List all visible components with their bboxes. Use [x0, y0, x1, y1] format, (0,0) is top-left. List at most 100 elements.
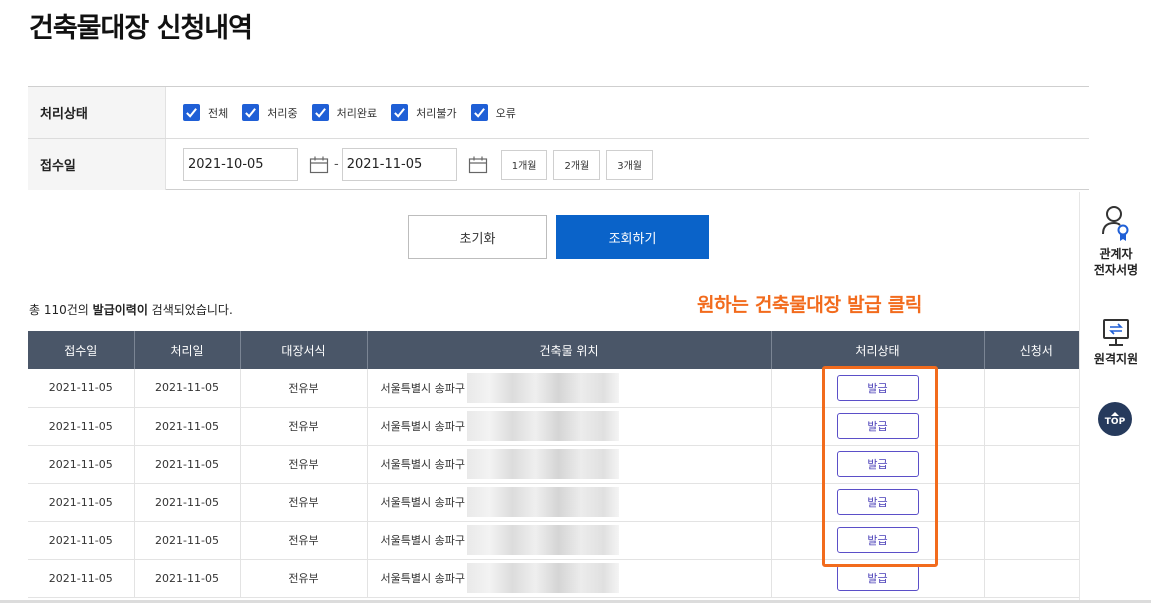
date-filter-label: 접수일 — [28, 139, 166, 190]
checkbox-checked-icon[interactable] — [470, 104, 488, 121]
location-text: 서울특별시 송파구 — [380, 572, 465, 585]
checkbox-error[interactable]: 오류 — [470, 104, 516, 121]
checkbox-checked-icon[interactable] — [183, 104, 200, 121]
remote-support-label: 원격지원 — [1093, 352, 1139, 366]
location-text: 서울특별시 송파구 — [380, 534, 465, 547]
received-date-cell: 2021-11-05 — [28, 559, 135, 598]
issue-button[interactable]: 발급 — [836, 565, 919, 591]
table-header-row: 접수일 처리일 대장서식 건축물 위치 처리상태 신청서 — [28, 331, 1088, 369]
header-processed-date: 처리일 — [134, 331, 241, 369]
processed-date-cell: 2021-11-05 — [134, 407, 241, 446]
checkbox-label: 처리불가 — [416, 106, 457, 120]
quick-menu-panel: 관계자 전자서명 원격지원 — [1079, 192, 1151, 603]
redacted-address — [466, 525, 619, 555]
signature-label-line1: 관계자 — [1099, 247, 1133, 261]
calendar-icon[interactable] — [308, 155, 330, 175]
location-cell: 서울특별시 송파구 — [367, 445, 772, 484]
end-date-input[interactable]: 2021-11-05 — [341, 148, 457, 181]
processed-date-cell: 2021-11-05 — [134, 559, 241, 598]
checkbox-label: 전체 — [208, 106, 229, 120]
processed-date-cell: 2021-11-05 — [134, 445, 241, 484]
location-text: 서울특별시 송파구 — [380, 420, 465, 433]
status-filter-row: 처리상태 전체 처리중 처리완료 처리불가 오류 — [28, 87, 1089, 139]
location-text: 서울특별시 송파구 — [380, 458, 465, 471]
calendar-icon[interactable] — [467, 155, 489, 175]
checkbox-in-progress[interactable]: 처리중 — [242, 104, 298, 121]
header-form: 대장서식 — [240, 331, 368, 369]
arrow-up-icon — [1111, 411, 1119, 416]
annotation-text: 원하는 건축물대장 발급 클릭 — [697, 294, 923, 316]
top-label: TOP — [1104, 416, 1126, 427]
checkbox-checked-icon[interactable] — [311, 104, 329, 121]
redacted-address — [466, 372, 619, 403]
form-cell: 전유부 — [240, 483, 368, 522]
processed-date-cell: 2021-11-05 — [134, 521, 241, 560]
location-cell: 서울특별시 송파구 — [367, 369, 772, 408]
location-cell: 서울특별시 송파구 — [367, 521, 772, 560]
checkbox-checked-icon[interactable] — [242, 104, 260, 121]
annotation-highlight-box — [822, 366, 938, 567]
status-filter-label: 처리상태 — [28, 87, 166, 138]
scroll-top-button[interactable]: TOP — [1098, 402, 1132, 436]
monitor-icon — [1103, 319, 1129, 346]
application-cell — [984, 407, 1088, 446]
checkbox-label: 처리완료 — [336, 106, 378, 120]
date-filter-row: 접수일 2021-10-05 - 2021-11-05 1개월 2개월 3개월 — [28, 139, 1089, 190]
signature-label-line2: 전자서명 — [1093, 263, 1139, 277]
application-cell — [984, 521, 1088, 560]
location-text: 서울특별시 송파구 — [380, 381, 465, 395]
received-date-cell: 2021-11-05 — [28, 445, 135, 484]
form-cell: 전유부 — [240, 521, 368, 560]
redacted-address — [466, 411, 619, 441]
redacted-address — [466, 449, 619, 479]
signature-menu-item[interactable]: 관계자 전자서명 — [1080, 204, 1151, 278]
reset-button[interactable]: 초기화 — [408, 215, 547, 259]
date-separator: - — [334, 157, 339, 172]
checkbox-all[interactable]: 전체 — [183, 104, 228, 121]
form-cell: 전유부 — [240, 407, 368, 446]
processed-date-cell: 2021-11-05 — [134, 483, 241, 522]
search-filter-box: 처리상태 전체 처리중 처리완료 처리불가 오류 접수일 2021-10-05 … — [28, 86, 1089, 190]
status-checkboxes: 전체 처리중 처리완료 처리불가 오류 — [166, 87, 530, 138]
location-cell: 서울특별시 송파구 — [367, 407, 772, 446]
result-summary-bold: 발급이력이 — [92, 303, 148, 317]
application-cell — [984, 559, 1088, 598]
application-cell — [984, 445, 1088, 484]
form-cell: 전유부 — [240, 369, 368, 408]
period-2month-button[interactable]: 2개월 — [553, 149, 601, 180]
form-cell: 전유부 — [240, 559, 368, 598]
header-status: 처리상태 — [771, 331, 985, 369]
processed-date-cell: 2021-11-05 — [134, 369, 241, 408]
header-location: 건축물 위치 — [367, 331, 772, 369]
search-button[interactable]: 조회하기 — [556, 215, 709, 259]
header-received-date: 접수일 — [28, 331, 135, 369]
remote-support-menu-item[interactable]: 원격지원 — [1080, 317, 1151, 367]
form-cell: 전유부 — [240, 445, 368, 484]
result-summary-prefix: 총 110건의 — [29, 303, 93, 317]
received-date-cell: 2021-11-05 — [28, 369, 135, 408]
checkbox-label: 오류 — [495, 106, 516, 120]
redacted-address — [466, 487, 619, 517]
location-cell: 서울특별시 송파구 — [367, 483, 772, 522]
redacted-address — [466, 563, 619, 593]
received-date-cell: 2021-11-05 — [28, 407, 135, 446]
result-summary-suffix: 검색되었습니다. — [147, 303, 233, 317]
location-text: 서울특별시 송파구 — [380, 496, 465, 509]
received-date-cell: 2021-11-05 — [28, 483, 135, 522]
application-cell — [984, 483, 1088, 522]
checkbox-label: 처리중 — [267, 106, 298, 120]
checkbox-completed[interactable]: 처리완료 — [311, 104, 378, 121]
period-1month-button[interactable]: 1개월 — [500, 149, 548, 180]
received-date-cell: 2021-11-05 — [28, 521, 135, 560]
page-title: 건축물대장 신청내역 — [29, 13, 253, 44]
period-3month-button[interactable]: 3개월 — [606, 149, 653, 180]
header-application: 신청서 — [984, 331, 1088, 369]
date-controls: 2021-10-05 - 2021-11-05 1개월 2개월 3개월 — [166, 139, 659, 190]
result-summary: 총 110건의 발급이력이 검색되었습니다. — [29, 301, 233, 318]
user-badge-icon — [1102, 206, 1129, 241]
start-date-input[interactable]: 2021-10-05 — [183, 148, 298, 181]
checkbox-rejected[interactable]: 처리불가 — [391, 104, 457, 121]
location-cell: 서울특별시 송파구 — [367, 559, 772, 598]
checkbox-checked-icon[interactable] — [391, 104, 409, 121]
application-cell — [984, 369, 1088, 408]
